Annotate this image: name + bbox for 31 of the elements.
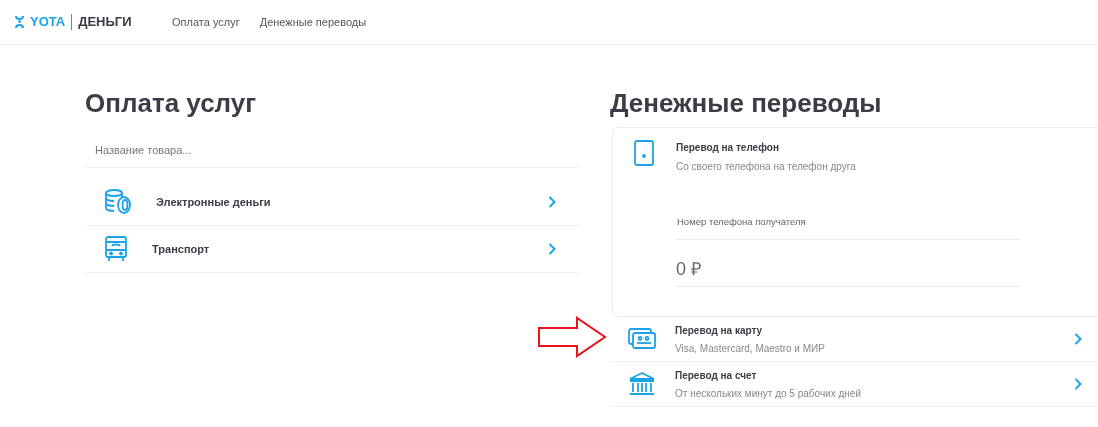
service-label: Электронные деньги — [156, 194, 272, 210]
coins-icon — [104, 189, 132, 215]
service-label: Транспорт — [152, 241, 211, 257]
transfer-title: Перевод на счет — [675, 368, 758, 383]
section-title: Денежные переводы — [610, 88, 883, 118]
bus-icon — [104, 236, 128, 262]
transfer-title: Перевод на карту — [675, 323, 764, 338]
service-row[interactable]: Электронные деньги — [85, 179, 580, 226]
phone-icon — [634, 140, 654, 166]
bank-icon — [628, 371, 656, 397]
nav-link[interactable]: Оплата услуг — [172, 13, 240, 31]
service-row[interactable]: Транспорт — [85, 226, 580, 273]
nav-link[interactable]: Денежные переводы — [259, 13, 367, 31]
amount-field[interactable]: 0 ₽ — [676, 250, 1020, 287]
transfer-subtitle: Со своего телефона на телефон друга — [676, 160, 857, 174]
logo-brand: YOTA — [30, 13, 66, 32]
chevron-right-icon — [548, 196, 556, 208]
search-field[interactable]: Название товара... — [85, 132, 580, 168]
transfer-title: Перевод на телефон — [676, 141, 780, 155]
logo-icon — [15, 15, 24, 29]
transfer-row[interactable]: Перевод на счет От нескольких минут до 5 рабочих дней — [610, 362, 1098, 407]
transfer-subtitle: От нескольких минут до 5 рабочих дней — [675, 386, 862, 401]
cards-icon — [628, 328, 656, 350]
transfer-subtitle: Visa, Mastercard, Maestro и МИР — [675, 341, 826, 356]
chevron-right-icon — [1074, 333, 1082, 345]
chevron-right-icon — [1074, 378, 1082, 390]
recipient-phone-field[interactable]: Номер телефона получателя — [676, 204, 1020, 240]
transfer-row[interactable]: Перевод на карту Visa, Mastercard, Maestro и МИР — [610, 317, 1098, 362]
chevron-right-icon — [548, 243, 556, 255]
logo-product: ДЕНЬГИ — [78, 13, 132, 32]
section-title: Оплата услуг — [85, 88, 258, 118]
